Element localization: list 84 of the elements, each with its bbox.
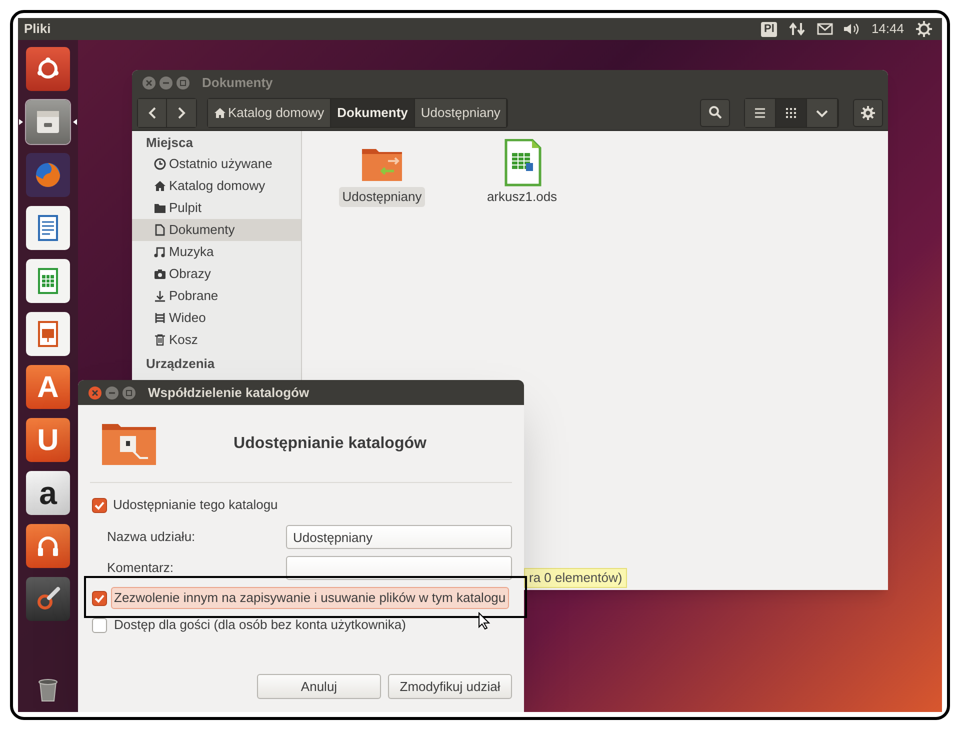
launcher-button[interactable] [26,100,70,144]
speaker-icon [843,22,862,36]
path-button[interactable]: Udostępniany [414,98,508,126]
app-name: Pliki [24,20,51,38]
field-label: Nazwa udziału: [107,528,196,546]
sidebar-item[interactable]: Wideo [132,307,301,329]
clock-icon [154,158,166,170]
sidebar-heading: Urządzenia [145,355,216,373]
launcher-button[interactable] [26,577,70,621]
trash-icon [154,334,166,346]
checkmark-icon [94,500,105,510]
launcher-button[interactable]: U [26,418,70,462]
checkbox[interactable] [92,498,107,512]
close-icon [88,386,102,400]
sidebar-heading: Miejsca [145,134,194,152]
checkbox[interactable] [92,618,107,632]
document-icon [154,224,166,236]
dialog-button[interactable]: Zmodyfikuj udział [388,674,512,699]
checkbox-label: Zezwolenie innym na zapisywanie i usuwanie plików w tym katalogu [111,587,509,609]
download-icon [154,290,166,302]
search-icon [708,106,722,119]
settings-button[interactable] [853,98,883,126]
chevron-right-icon [178,106,186,118]
dialog-title: Współdzielenie katalogów [148,384,310,402]
grid-view-icon [785,106,797,118]
home-icon [154,180,166,192]
launcher-button[interactable]: a [26,471,70,515]
mouse-pointer-icon [478,612,490,630]
checkbox[interactable] [92,590,107,606]
sidebar-item[interactable]: Kosz [132,329,301,351]
checkbox-label: Udostępnianie tego katalogu [113,496,278,514]
globe-icon [34,161,62,189]
launcher-button[interactable]: A [26,365,70,409]
camera-icon [154,268,166,280]
network-arrows-icon [789,22,806,36]
dialog-heading: Udostępnianie katalogów [232,434,428,454]
search-button[interactable] [700,98,730,126]
list-view-icon [754,106,766,118]
sidebar-item[interactable]: Katalog domowy [132,175,301,197]
text-field[interactable]: Udostępniany [286,525,512,549]
sidebar-item[interactable]: Ostatnio używane [132,153,301,175]
file-item[interactable]: Udostępniany [339,187,425,206]
view-button[interactable] [807,98,838,126]
checkbox-label: Dostęp dla gości (dla osób bez konta użytkownika) [113,616,407,634]
forward-button[interactable] [167,98,196,126]
settings-icon [861,106,875,120]
sidebar-item[interactable]: Pulpit [132,197,301,219]
minimize-icon [105,386,119,400]
window-title: Dokumenty [202,74,273,92]
dialog-button[interactable]: Anuluj [257,674,381,699]
maximize-icon [122,386,136,400]
film-icon [154,312,166,324]
launcher-button[interactable] [26,524,70,568]
launcher-button[interactable] [26,47,70,91]
power-gear-icon [916,21,932,37]
launcher-button[interactable] [26,312,70,356]
path-button[interactable]: Katalog domowy [208,98,332,126]
minimize-icon [159,76,173,90]
field-label: Komentarz: [107,559,174,578]
path-button[interactable]: Dokumenty [331,98,415,126]
clock-text[interactable]: 14:44 [871,19,904,39]
status-tooltip: ra 0 elementów) [524,568,628,588]
maximize-icon [176,76,190,90]
text-field[interactable] [286,556,512,580]
folder-icon [154,202,166,214]
file-item[interactable]: arkusz1.ods [484,187,560,206]
launcher-button[interactable] [26,153,70,197]
view-button[interactable] [745,98,776,126]
launcher-button[interactable] [26,206,70,250]
sidebar-item[interactable]: Obrazy [132,263,301,285]
music-icon [154,246,166,258]
view-button[interactable] [776,98,807,126]
envelope-icon [817,23,834,35]
sidebar-item[interactable]: Muzyka [132,241,301,263]
focus-indicator-icon [73,119,77,125]
sidebar-item[interactable]: Dokumenty [132,219,301,241]
running-indicator-icon [19,119,23,125]
keyboard-layout-indicator[interactable]: Pl [761,22,778,36]
sidebar-item[interactable]: Pobrane [132,285,301,307]
checkmark-icon [94,592,105,604]
chevron-left-icon [148,106,156,118]
back-button[interactable] [138,98,167,126]
close-icon [142,76,156,90]
file-cabinet-icon [34,108,62,136]
